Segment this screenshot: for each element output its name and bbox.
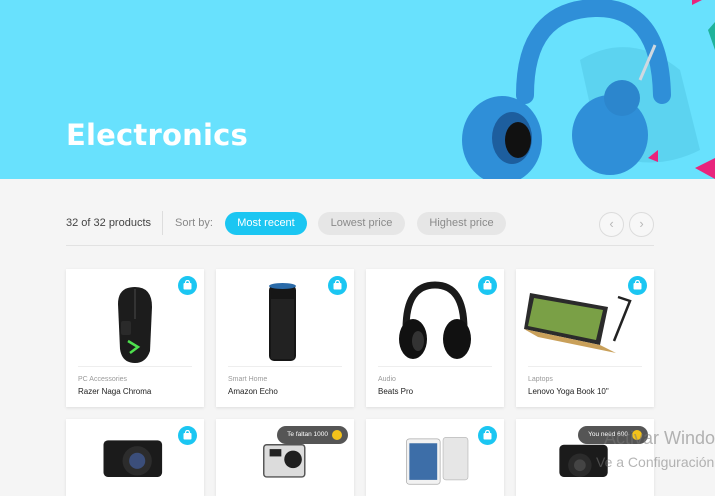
product-toolbar: 32 of 32 products Sort by: Most recent L…: [66, 210, 654, 246]
product-category: Laptops: [528, 376, 553, 383]
product-name[interactable]: Razer Naga Chroma: [78, 387, 151, 396]
product-card[interactable]: [66, 419, 204, 496]
sort-lowest-price-button[interactable]: Lowest price: [318, 212, 405, 235]
headphones-illustration: [462, 0, 715, 179]
next-page-button[interactable]: ›: [629, 212, 654, 237]
page-title: Electronics: [66, 118, 248, 152]
tablet-icon: [406, 437, 469, 485]
product-count: 32 of 32 products: [66, 217, 152, 229]
activation-watermark-subtitle: Ve a Configuración: [596, 454, 715, 470]
action-camera-icon: [263, 443, 306, 478]
previous-page-button[interactable]: ‹: [599, 212, 624, 237]
product-card[interactable]: Smart Home Amazon Echo: [216, 269, 354, 407]
product-card[interactable]: [366, 419, 504, 496]
sort-highest-price-button[interactable]: Highest price: [417, 212, 506, 235]
card-divider: [528, 366, 642, 367]
activation-watermark: Activar Windows: [604, 428, 715, 448]
sort-label: Sort by:: [175, 217, 213, 229]
toolbar-divider: [162, 211, 163, 235]
card-divider: [378, 366, 492, 367]
product-category: Audio: [378, 376, 396, 383]
product-card[interactable]: Te faltan 1000: [216, 419, 354, 496]
headphones-icon: [399, 281, 471, 359]
product-category: PC Accessories: [78, 376, 128, 383]
sort-most-recent-button[interactable]: Most recent: [225, 212, 307, 235]
product-name[interactable]: Beats Pro: [378, 387, 413, 396]
card-divider: [228, 366, 342, 367]
product-card[interactable]: PC Accessories Razer Naga Chroma: [66, 269, 204, 407]
card-divider: [78, 366, 192, 367]
product-card[interactable]: Audio Beats Pro: [366, 269, 504, 407]
mouse-icon: [118, 287, 152, 363]
laptop-icon: [524, 293, 632, 353]
product-name[interactable]: Lenovo Yoga Book 10": [528, 387, 609, 396]
product-name[interactable]: Amazon Echo: [228, 387, 278, 396]
camera-icon: [103, 440, 163, 477]
speaker-icon: [269, 283, 296, 361]
product-card[interactable]: Laptops Lenovo Yoga Book 10": [516, 269, 654, 407]
product-category: Smart Home: [228, 376, 268, 383]
hero-banner: Electronics: [0, 0, 715, 179]
